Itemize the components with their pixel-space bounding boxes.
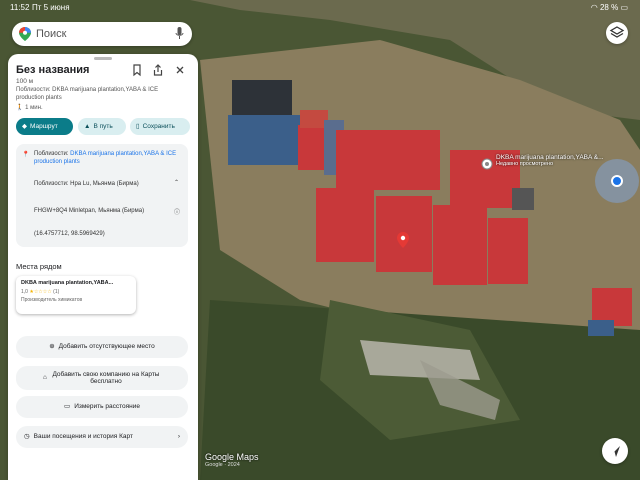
- location-pin-icon: 📍: [22, 152, 30, 158]
- google-maps-logo: Google Maps: [205, 452, 259, 462]
- bookmark-icon[interactable]: [130, 63, 144, 77]
- share-icon[interactable]: [151, 63, 165, 77]
- add-missing-place-label: Добавить отсутствующее место: [58, 343, 155, 351]
- add-place-icon: ⊕: [49, 343, 55, 351]
- status-battery: ◠ 28 % ▭: [591, 3, 628, 12]
- route-button[interactable]: ◆ Маршрут: [16, 118, 73, 135]
- status-time: 11:52: [10, 3, 30, 12]
- save-button[interactable]: ▯ Сохранить: [130, 118, 190, 135]
- layers-button[interactable]: [606, 22, 628, 44]
- info-icon[interactable]: ⓘ: [174, 207, 180, 216]
- place-panel: Без названия 100 м Поблизости: DKBA mari…: [8, 54, 198, 480]
- chevron-up-icon[interactable]: ⌃: [174, 179, 179, 186]
- places-nearby-title: Места рядом: [16, 262, 62, 271]
- info-nearby-prefix: Поблизости:: [34, 151, 71, 157]
- timeline-history-button[interactable]: ◷ Ваши посещения и история Карт ›: [16, 426, 188, 448]
- ruler-icon: ▭: [64, 403, 71, 411]
- star-rating-icon: ★☆☆☆☆: [29, 289, 52, 295]
- google-maps-pin-icon: [19, 27, 31, 41]
- status-date: Пт 5 июня: [32, 3, 70, 12]
- go-label: В путь: [93, 123, 113, 130]
- search-bar[interactable]: Поиск: [12, 22, 192, 46]
- add-business-label: Добавить свою компанию на Карты бесплатн…: [52, 370, 160, 386]
- microphone-icon[interactable]: [175, 27, 184, 40]
- info-plus-code[interactable]: FHGW+8Q4 Minletpan, Мьянма (Бирма): [34, 208, 144, 214]
- layers-icon: [609, 26, 625, 38]
- nearby-prefix: Поблизости:: [16, 87, 53, 93]
- rating-value: 1,0: [21, 289, 28, 295]
- save-label: Сохранить: [142, 123, 175, 130]
- info-coordinates[interactable]: (16.4757712, 98.5969429): [34, 231, 105, 237]
- measure-distance-label: Измерить расстояние: [74, 403, 140, 411]
- navigation-button[interactable]: [602, 438, 628, 464]
- timeline-history-label: Ваши посещения и история Карт: [33, 433, 133, 441]
- measure-distance-button[interactable]: ▭ Измерить расстояние: [16, 396, 188, 418]
- info-region: Поблизости: Нра Lu, Мьянма (Бирма): [34, 181, 139, 187]
- nearby-place-type: Производитель химикатов: [21, 297, 83, 303]
- chevron-right-icon: ›: [177, 433, 180, 441]
- history-icon: ◷: [24, 433, 30, 441]
- go-button[interactable]: ▲ В путь: [78, 118, 126, 135]
- walk-time-text: 1 мин.: [25, 105, 43, 111]
- add-business-button[interactable]: ⌂ Добавить свою компанию на Карты беспла…: [16, 366, 188, 390]
- walk-icon: 🚶: [16, 105, 24, 111]
- place-marker-icon[interactable]: [481, 158, 493, 170]
- status-bar: 11:52 Пт 5 июня ◠ 28 % ▭: [0, 0, 640, 14]
- navigation-arrow-icon: ▲: [84, 123, 91, 130]
- nearby-place-name: DKBA marijuana plantation,YABA...: [21, 280, 114, 286]
- place-title: Без названия: [16, 64, 90, 76]
- nearby-text: Поблизости: DKBA marijuana plantation,YA…: [16, 87, 186, 102]
- navigation-arrow-icon: [610, 446, 620, 457]
- directions-icon: ◆: [22, 123, 27, 130]
- search-input[interactable]: Поиск: [36, 28, 66, 40]
- map-place-label[interactable]: DKBA marijuana plantation,YABA &... Неда…: [496, 154, 604, 168]
- nearby-place-rating: 1,0 ★☆☆☆☆ (1): [21, 289, 131, 295]
- map-copyright: Google · 2024: [205, 462, 240, 468]
- map-place-name: DKBA marijuana plantation,YABA &...: [496, 154, 604, 161]
- map-place-sublabel: Недавно просмотрено: [496, 161, 554, 167]
- distance-text: 100 м: [16, 78, 34, 85]
- wifi-icon: ◠: [590, 3, 598, 12]
- storefront-icon: ⌂: [43, 374, 47, 382]
- route-label: Маршрут: [30, 123, 58, 130]
- add-missing-place-button[interactable]: ⊕ Добавить отсутствующее место: [16, 336, 188, 358]
- nearby-place-card[interactable]: DKBA marijuana plantation,YABA... 1,0 ★☆…: [16, 276, 136, 314]
- bookmark-outline-icon: ▯: [136, 123, 140, 130]
- battery-level: 28 %: [599, 3, 619, 12]
- info-nearby[interactable]: Поблизости: DKBA marijuana plantation,YA…: [34, 151, 184, 166]
- battery-icon: ▭: [620, 3, 628, 12]
- close-icon[interactable]: [173, 63, 187, 77]
- review-count: (1): [53, 289, 60, 295]
- walk-time: 🚶 1 мин.: [16, 104, 43, 111]
- dropped-pin-icon[interactable]: [397, 232, 409, 248]
- panel-drag-handle[interactable]: [94, 57, 112, 60]
- place-info-box: 📍 Поблизости: DKBA marijuana plantation,…: [16, 144, 188, 247]
